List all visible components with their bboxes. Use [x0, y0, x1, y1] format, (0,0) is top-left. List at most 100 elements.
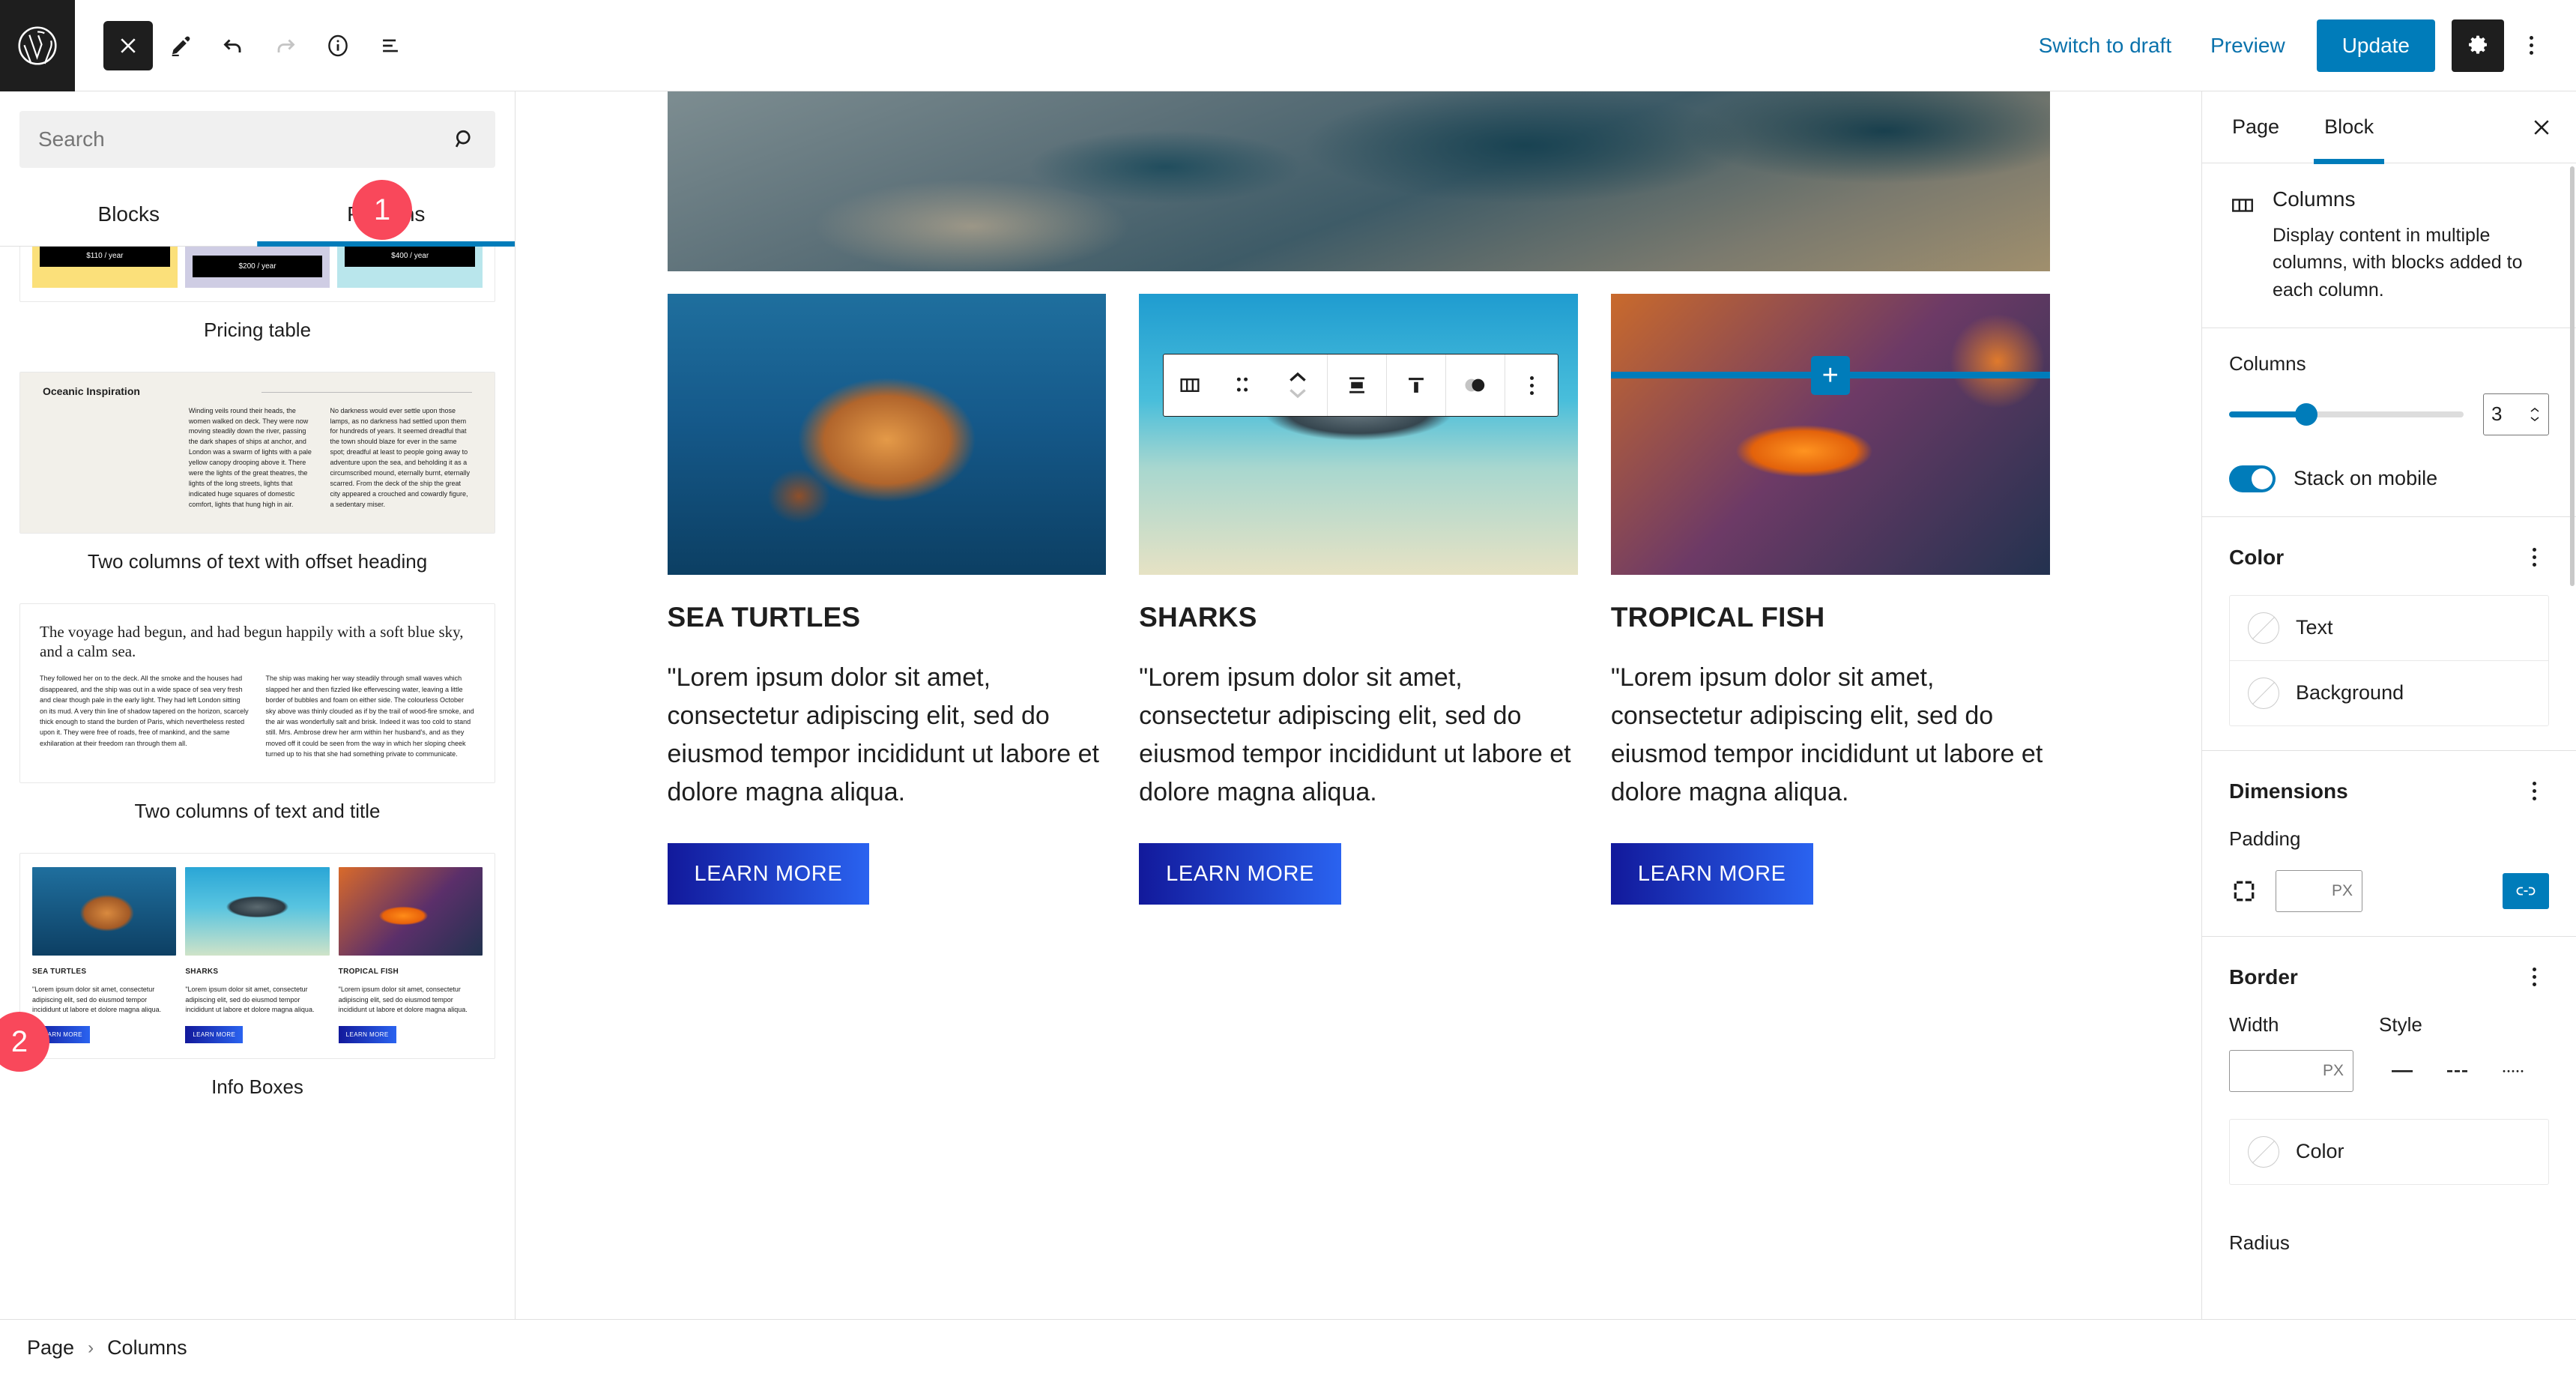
column-text[interactable]: "Lorem ipsum dolor sit amet, consectetur…: [1611, 659, 2050, 812]
pattern-pricing-table[interactable]: General admission and member discounts f…: [0, 247, 515, 372]
color-row-text[interactable]: Text: [2230, 596, 2548, 661]
padding-sides-icon[interactable]: [2229, 876, 2259, 906]
pattern-title: The voyage had begun, and had begun happ…: [40, 622, 464, 661]
redo-button[interactable]: [261, 21, 310, 70]
duotone-filter-button[interactable]: [1446, 354, 1505, 416]
switch-to-draft-button[interactable]: Switch to draft: [2019, 21, 2191, 70]
block-description: Display content in multiple columns, wit…: [2273, 225, 2523, 301]
editor-canvas[interactable]: SEA TURTLES "Lorem ipsum dolor sit amet,…: [515, 91, 2201, 1319]
columns-stepper[interactable]: [2529, 406, 2541, 423]
clownfish-photo[interactable]: [1610, 294, 2050, 575]
learn-more-button[interactable]: LEARN MORE: [1610, 843, 1813, 905]
pattern-two-columns-text-title[interactable]: The voyage had begun, and had begun happ…: [0, 603, 515, 853]
more-options-button[interactable]: [2509, 19, 2554, 72]
learn-more-button[interactable]: LEARN MORE: [667, 843, 870, 905]
details-info-button[interactable]: [313, 21, 363, 70]
columns-number-input[interactable]: 3: [2483, 393, 2549, 435]
pricing-table-preview: General admission and member discounts f…: [20, 247, 495, 301]
pricing-card: General admission and member discounts f…: [184, 247, 330, 288]
shark-photo: [185, 866, 330, 956]
border-width-input[interactable]: PX: [2229, 1049, 2353, 1092]
tab-blocks[interactable]: Blocks: [0, 192, 258, 246]
link-padding-sides-button[interactable]: [2503, 872, 2549, 909]
close-sidebar-button[interactable]: [2519, 105, 2564, 150]
tab-page[interactable]: Page: [2210, 91, 2302, 163]
learn-more-button[interactable]: LEARN MORE: [338, 1026, 396, 1044]
chevron-up-icon: [1289, 372, 1306, 399]
preview-button[interactable]: Preview: [2191, 21, 2305, 70]
duotone-filter-icon: [1465, 378, 1485, 392]
block-toolbar-segment: [1328, 354, 1387, 416]
settings-toggle-button[interactable]: [2452, 19, 2504, 72]
sidebar-scrollbar[interactable]: [2570, 166, 2575, 586]
stack-on-mobile-toggle[interactable]: [2229, 465, 2276, 492]
color-options-button[interactable]: [2519, 541, 2549, 574]
columns-slider[interactable]: [2229, 402, 2464, 426]
vertical-align-button[interactable]: [1328, 354, 1386, 416]
underwater-sand-photo[interactable]: [667, 91, 2050, 271]
column-block[interactable]: SEA TURTLES "Lorem ipsum dolor sit amet,…: [667, 294, 1107, 905]
padding-input[interactable]: PX: [2276, 869, 2362, 912]
color-row-background[interactable]: Background: [2230, 661, 2548, 725]
info-box: TROPICAL FISH "Lorem ipsum dolor sit ame…: [338, 866, 483, 1044]
search-box[interactable]: [19, 111, 495, 168]
block-toolbar-segment: [1387, 354, 1446, 416]
border-style-label: Style: [2379, 1013, 2422, 1036]
block-settings-sidebar: Page Block Columns Display content in mu…: [2201, 91, 2576, 1319]
solid-border-style-button[interactable]: [2379, 1050, 2425, 1092]
learn-more-button[interactable]: LEARN MORE: [185, 1026, 244, 1044]
close-editor-button[interactable]: [103, 20, 153, 70]
plus-icon[interactable]: +: [1810, 355, 1850, 395]
columns-icon: [2229, 192, 2256, 223]
info-box-text: "Lorem ipsum dolor sit amet, consectetur…: [338, 985, 468, 1014]
column-title[interactable]: SHARKS: [1139, 602, 1578, 633]
color-row-label: Text: [2296, 616, 2333, 639]
sea-turtle-photo[interactable]: [667, 294, 1107, 575]
breadcrumb-page[interactable]: Page: [27, 1336, 74, 1360]
undo-button[interactable]: [208, 21, 258, 70]
patterns-list[interactable]: General admission and member discounts f…: [0, 247, 515, 1319]
column-block[interactable]: TROPICAL FISH + "Lorem ipsum dolor sit a…: [1610, 294, 2050, 905]
shark-photo[interactable]: [1139, 294, 1578, 575]
align-top-button[interactable]: [1387, 354, 1445, 416]
update-button[interactable]: Update: [2316, 19, 2435, 72]
border-radius-label: Radius: [2229, 1231, 2290, 1254]
kebab-menu-icon: [1517, 369, 1546, 402]
block-name: Columns: [2273, 187, 2356, 211]
breadcrumb-columns[interactable]: Columns: [107, 1336, 187, 1360]
block-inserter-panel: Blocks Patterns General admission and me…: [0, 91, 515, 1319]
tab-block[interactable]: Block: [2302, 91, 2396, 164]
dashed-border-style-icon: [2447, 1069, 2467, 1072]
block-info-section: Columns Display content in multiple colu…: [2202, 163, 2576, 328]
learn-more-button[interactable]: LEARN MORE: [1139, 843, 1341, 905]
column-title[interactable]: SEA TURTLES: [668, 602, 1107, 633]
column-text[interactable]: "Lorem ipsum dolor sit amet, consectetur…: [668, 659, 1107, 812]
block-type-button[interactable]: [1164, 354, 1216, 416]
column-title[interactable]: TROPICAL FISH: [1611, 602, 2050, 633]
border-section: Border Width PX Style Color: [2202, 937, 2576, 1209]
border-color-row[interactable]: Color: [2230, 1120, 2548, 1184]
dotted-border-style-button[interactable]: [2490, 1050, 2536, 1092]
drag-handle-button[interactable]: [1216, 354, 1269, 416]
pattern-preview: SEA TURTLES "Lorem ipsum dolor sit amet,…: [19, 852, 495, 1060]
pattern-two-columns-offset-heading[interactable]: Oceanic Inspiration Winding veils round …: [0, 371, 515, 603]
edit-mode-button[interactable]: [156, 21, 205, 70]
close-icon: [121, 37, 136, 53]
info-icon: [328, 34, 348, 56]
search-input[interactable]: [38, 127, 451, 151]
pattern-info-boxes[interactable]: SEA TURTLES "Lorem ipsum dolor sit amet,…: [0, 852, 515, 1129]
search-icon: [455, 130, 471, 148]
block-breadcrumb-bar: Page › Columns: [0, 1319, 2576, 1376]
border-options-button[interactable]: [2519, 961, 2549, 994]
gear-icon: [2469, 35, 2487, 54]
info-box-title: SHARKS: [185, 967, 219, 976]
list-view-button[interactable]: [366, 21, 415, 70]
wordpress-logo-icon[interactable]: [0, 0, 75, 91]
dimensions-options-button[interactable]: [2519, 775, 2549, 808]
columns-label: Columns: [2229, 351, 2306, 375]
block-more-options-button[interactable]: [1505, 354, 1558, 416]
dashed-border-style-button[interactable]: [2434, 1050, 2481, 1092]
move-block-buttons[interactable]: [1269, 354, 1327, 416]
border-section-title: Border: [2229, 965, 2298, 989]
column-text[interactable]: "Lorem ipsum dolor sit amet, consectetur…: [1139, 659, 1578, 812]
